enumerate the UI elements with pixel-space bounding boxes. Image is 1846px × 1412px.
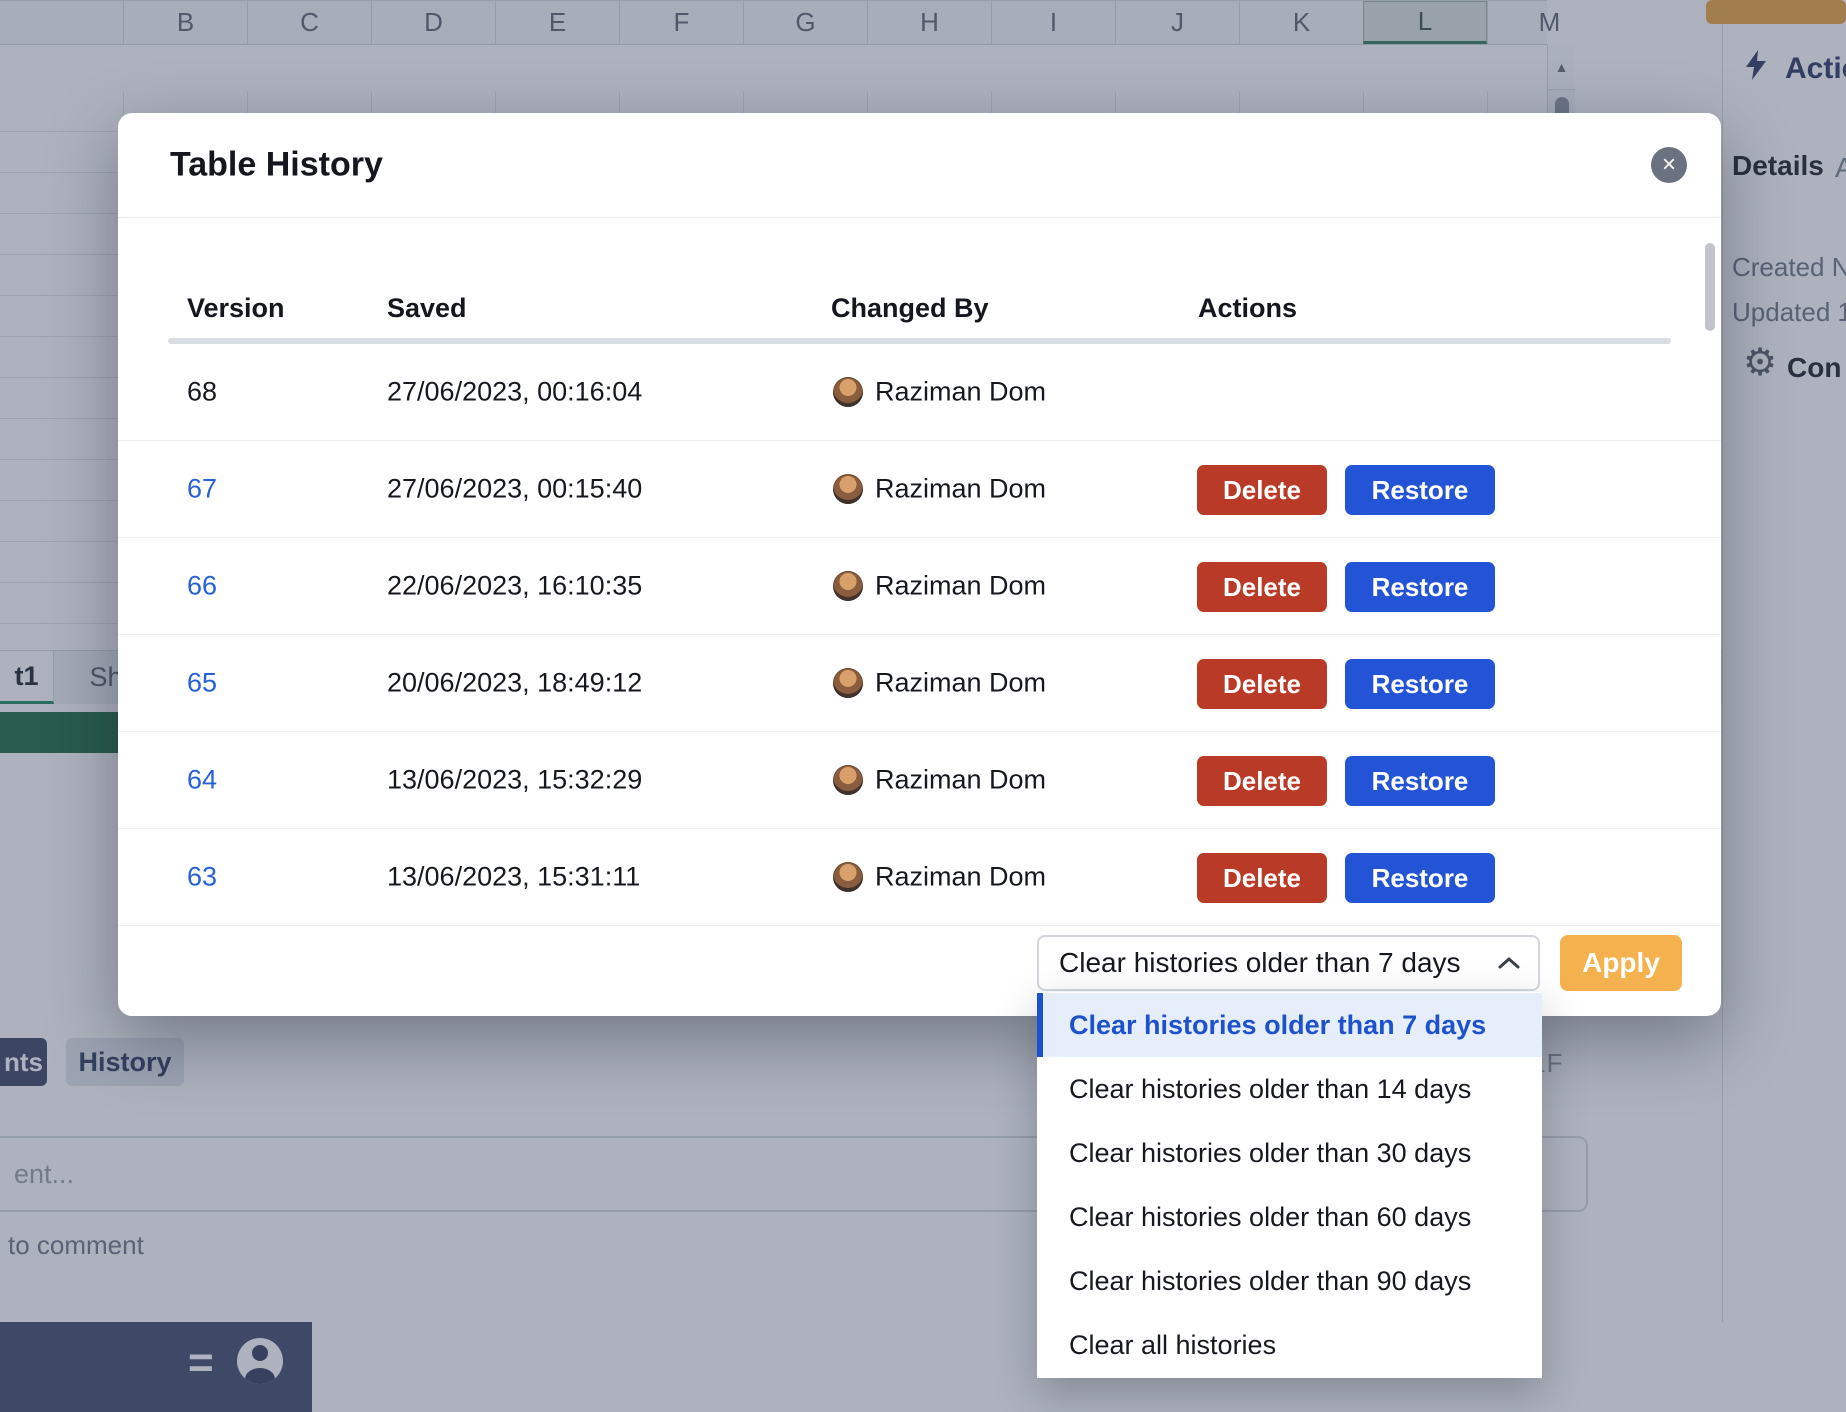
clear-histories-select[interactable]: Clear histories older than 7 days (1037, 935, 1540, 991)
saved-timestamp: 13/06/2023, 15:32:29 (387, 765, 642, 796)
table-row: 68 27/06/2023, 00:16:04 Raziman Dom (118, 344, 1721, 441)
menu-option-30-days[interactable]: Clear histories older than 30 days (1037, 1121, 1542, 1185)
modal-title: Table History (170, 146, 383, 185)
restore-button[interactable]: Restore (1345, 659, 1495, 709)
close-icon[interactable]: × (1651, 147, 1687, 183)
version-link[interactable]: 67 (187, 474, 217, 505)
modal-scrollbar-thumb[interactable] (1705, 243, 1715, 331)
delete-button[interactable]: Delete (1197, 756, 1327, 806)
changed-by-name: Raziman Dom (875, 474, 1046, 505)
menu-option-clear-all[interactable]: Clear all histories (1037, 1313, 1542, 1377)
version-link[interactable]: 63 (187, 862, 217, 893)
changed-by-name: Raziman Dom (875, 668, 1046, 699)
restore-button[interactable]: Restore (1345, 465, 1495, 515)
apply-button[interactable]: Apply (1560, 935, 1682, 991)
version-link[interactable]: 65 (187, 668, 217, 699)
user-avatar (833, 474, 863, 504)
user-avatar (833, 668, 863, 698)
user-avatar (833, 765, 863, 795)
changed-by-name: Raziman Dom (875, 765, 1046, 796)
table-row: 63 13/06/2023, 15:31:11 Raziman Dom Dele… (118, 829, 1721, 926)
restore-button[interactable]: Restore (1345, 756, 1495, 806)
delete-button[interactable]: Delete (1197, 853, 1327, 903)
changed-by-name: Raziman Dom (875, 862, 1046, 893)
screen: B C D E F G H I J K L M t1 She ▲ Actio D… (0, 0, 1846, 1412)
clear-select-value: Clear histories older than 7 days (1059, 947, 1461, 979)
version-link[interactable]: 64 (187, 765, 217, 796)
table-row: 65 20/06/2023, 18:49:12 Raziman Dom Dele… (118, 635, 1721, 732)
table-row: 66 22/06/2023, 16:10:35 Raziman Dom Dele… (118, 538, 1721, 635)
delete-button[interactable]: Delete (1197, 562, 1327, 612)
menu-option-90-days[interactable]: Clear histories older than 90 days (1037, 1249, 1542, 1313)
saved-timestamp: 20/06/2023, 18:49:12 (387, 668, 642, 699)
col-header-saved: Saved (387, 293, 467, 324)
delete-button[interactable]: Delete (1197, 659, 1327, 709)
version-current: 68 (187, 377, 217, 408)
saved-timestamp: 27/06/2023, 00:15:40 (387, 474, 642, 505)
restore-button[interactable]: Restore (1345, 853, 1495, 903)
changed-by-name: Raziman Dom (875, 571, 1046, 602)
col-header-actions: Actions (1198, 293, 1297, 324)
col-header-version: Version (187, 293, 285, 324)
restore-button[interactable]: Restore (1345, 562, 1495, 612)
user-avatar (833, 862, 863, 892)
user-avatar (833, 571, 863, 601)
menu-option-14-days[interactable]: Clear histories older than 14 days (1037, 1057, 1542, 1121)
chevron-up-icon (1498, 957, 1520, 969)
user-avatar (833, 377, 863, 407)
menu-option-60-days[interactable]: Clear histories older than 60 days (1037, 1185, 1542, 1249)
menu-option-7-days[interactable]: Clear histories older than 7 days (1037, 993, 1542, 1057)
changed-by-name: Raziman Dom (875, 377, 1046, 408)
col-header-changed-by: Changed By (831, 293, 989, 324)
table-history-modal: Table History × Version Saved Changed By… (118, 113, 1721, 1016)
clear-histories-dropdown-menu: Clear histories older than 7 days Clear … (1037, 992, 1542, 1378)
saved-timestamp: 27/06/2023, 00:16:04 (387, 377, 642, 408)
version-link[interactable]: 66 (187, 571, 217, 602)
history-rows: 68 27/06/2023, 00:16:04 Raziman Dom 67 2… (118, 344, 1721, 926)
delete-button[interactable]: Delete (1197, 465, 1327, 515)
saved-timestamp: 13/06/2023, 15:31:11 (387, 862, 640, 893)
table-row: 67 27/06/2023, 00:15:40 Raziman Dom Dele… (118, 441, 1721, 538)
modal-header: Table History × (118, 113, 1721, 218)
table-row: 64 13/06/2023, 15:32:29 Raziman Dom Dele… (118, 732, 1721, 829)
saved-timestamp: 22/06/2023, 16:10:35 (387, 571, 642, 602)
